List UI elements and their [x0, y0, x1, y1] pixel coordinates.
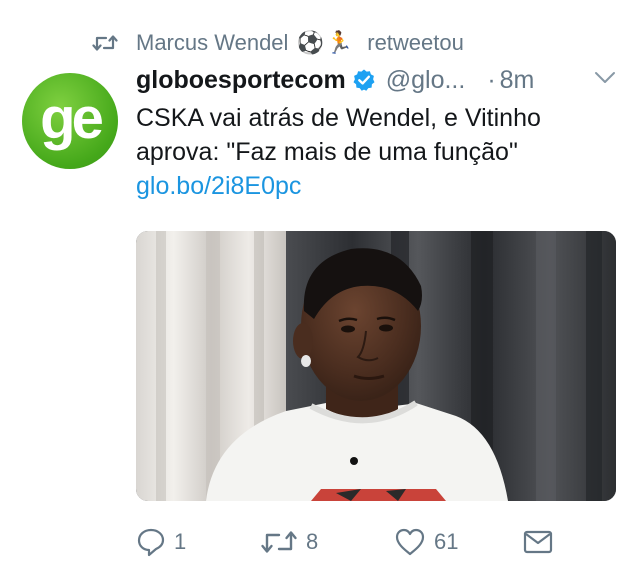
like-button[interactable]: 61 [394, 523, 458, 561]
retweet-verb: retweetou [367, 30, 464, 55]
tweet-text-line1: CSKA vai atrás de Wendel, e Vitinho [136, 104, 541, 132]
retweeter-name[interactable]: Marcus Wendel [136, 30, 288, 56]
display-name[interactable]: globoesportecom [136, 66, 346, 95]
reply-button[interactable]: 1 [136, 523, 186, 561]
handle[interactable]: @glo... [386, 66, 466, 95]
reply-count: 1 [174, 529, 187, 554]
retweet-context: Marcus Wendel ⚽ 🏃 retweetou [92, 28, 464, 58]
retweet-icon [261, 531, 297, 553]
photo-illustration [136, 231, 616, 501]
avatar[interactable]: ge [22, 73, 118, 169]
avatar-logo-text: ge [40, 85, 104, 151]
chevron-down-icon[interactable] [594, 70, 616, 86]
retweet-button[interactable]: 8 [260, 523, 318, 561]
tweet-header: globoesportecom @glo... · 8m [136, 62, 616, 98]
tweet-media-photo[interactable] [136, 231, 616, 501]
reply-icon [137, 528, 165, 557]
timestamp[interactable]: 8m [500, 66, 535, 95]
separator-dot: · [487, 65, 496, 94]
tweet-text: CSKA vai atrás de Wendel, e Vitinho apro… [136, 101, 616, 203]
retweet-icon [92, 35, 118, 51]
tweet-text-line2: aprova: "Faz mais de uma função" [136, 138, 518, 166]
runner-emoji: 🏃 [325, 30, 354, 55]
heart-icon [395, 528, 425, 556]
soccer-ball-emoji: ⚽ [296, 30, 324, 55]
tweet-link[interactable]: glo.bo/2i8E0pc [136, 169, 616, 203]
envelope-icon [523, 530, 553, 554]
tweet-actions: 1 8 61 [136, 523, 616, 561]
retweet-count: 8 [306, 529, 319, 554]
verified-badge-icon [353, 69, 375, 91]
like-count: 61 [434, 529, 459, 554]
direct-message-button[interactable] [522, 523, 554, 561]
